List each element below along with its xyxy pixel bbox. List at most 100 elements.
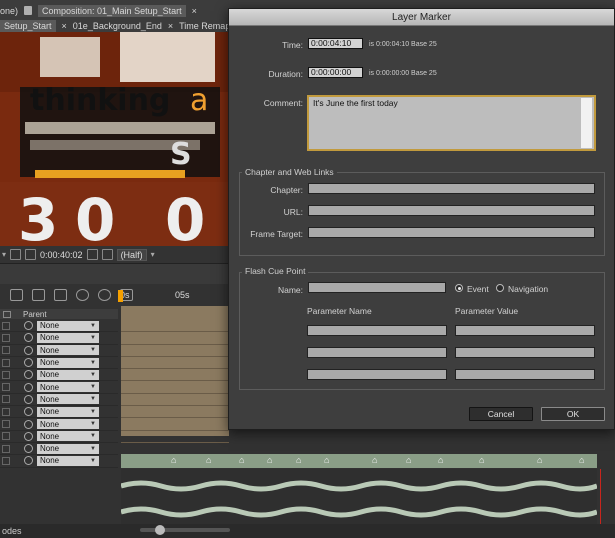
parameter-value-field[interactable] [455,369,595,380]
chevron-down-icon[interactable]: ▾ [151,250,155,259]
tab-composition-main[interactable]: Composition: 01_Main Setup_Start [38,4,186,17]
marker-icon[interactable]: ⌂ [267,455,272,465]
marker-icon[interactable]: ⌂ [206,455,211,465]
marker-icon[interactable]: ⌂ [372,455,377,465]
parameter-name-field[interactable] [307,325,447,336]
viewer-current-time[interactable]: 0:00:40:02 [40,250,83,260]
parent-column-header[interactable]: Parent [23,310,47,319]
layer-switch-icon[interactable] [2,333,10,342]
layer-row[interactable]: None ▼ [0,381,118,394]
pick-whip-icon[interactable] [24,321,33,331]
toggle-modes-label[interactable]: odes [2,526,22,536]
comment-textarea[interactable]: It's June the first today [307,95,596,151]
pick-whip-icon[interactable] [24,345,33,355]
layer-row[interactable]: None ▼ [0,443,118,456]
draft-3d-icon[interactable] [32,289,45,301]
time-field[interactable]: 0:00:04:10 [308,38,363,49]
close-icon[interactable]: × [192,6,197,16]
time-zoom-slider[interactable] [140,528,230,532]
pick-whip-icon[interactable] [24,419,33,429]
marker-icon[interactable]: ⌂ [438,455,443,465]
layer-switch-icon[interactable] [2,407,10,416]
transparency-grid-icon[interactable] [25,249,37,260]
layer-row[interactable]: None ▼ [0,431,118,443]
time-ruler[interactable]: 0s 05s [118,288,228,302]
layer-switch-icon[interactable] [2,358,10,367]
current-time-indicator[interactable] [600,469,601,529]
layer-row[interactable]: None ▼ [0,369,118,382]
pick-whip-icon[interactable] [24,444,33,454]
marker-icon[interactable]: ⌂ [171,455,176,465]
navigation-radio-label[interactable]: Navigation [508,284,548,294]
cue-name-field[interactable] [308,282,446,293]
marker-icon[interactable]: ⌂ [479,455,484,465]
pick-whip-icon[interactable] [24,407,33,417]
layer-switch-icon[interactable] [2,370,10,379]
event-radio[interactable] [455,284,463,292]
layer-row[interactable]: None ▼ [0,320,118,333]
comp-flowchart-icon[interactable] [10,289,23,301]
time-zoom-handle[interactable] [155,525,165,535]
playhead[interactable] [118,290,123,302]
tab-time-remap[interactable]: Time Remapp [179,21,235,31]
pick-whip-icon[interactable] [24,370,33,380]
layer-switch-icon[interactable] [2,321,10,330]
url-field[interactable] [308,205,595,216]
comment-scrollbar[interactable] [581,98,592,148]
marker-icon[interactable]: ⌂ [406,455,411,465]
event-radio-label[interactable]: Event [467,284,489,294]
lock-icon[interactable] [24,6,33,15]
parent-select[interactable]: None ▼ [37,357,99,368]
camera-icon[interactable] [86,249,98,260]
resolution-select[interactable]: (Half) [116,248,147,261]
motion-blur-icon[interactable] [76,289,89,301]
tab-previous[interactable]: one) [0,6,18,16]
region-icon[interactable] [10,249,22,260]
marker-icon[interactable]: ⌂ [296,455,301,465]
pick-whip-icon[interactable] [24,333,33,343]
parent-select[interactable]: None ▼ [37,406,99,417]
brainstorm-icon[interactable] [98,289,111,301]
layer-row[interactable]: None ▼ [0,455,118,468]
pick-whip-icon[interactable] [24,431,33,441]
close-icon[interactable]: × [62,21,67,31]
layer-row[interactable]: None ▼ [0,394,118,407]
parent-select[interactable]: None ▼ [37,345,99,356]
layer-row[interactable]: None ▼ [0,406,118,419]
tab-setup-start[interactable]: Setup_Start [0,19,56,32]
marker-icon[interactable]: ⌂ [537,455,542,465]
parameter-name-field[interactable] [307,369,447,380]
chevron-down-icon[interactable]: ▾ [2,250,6,259]
duration-field[interactable]: 0:00:00:00 [308,67,363,78]
shy-layers-icon[interactable] [54,289,67,301]
pick-whip-icon[interactable] [24,456,33,466]
ok-button[interactable]: OK [541,407,605,421]
pick-whip-icon[interactable] [24,382,33,392]
parent-select[interactable]: None ▼ [37,394,99,405]
parent-select[interactable]: None ▼ [37,320,99,331]
parent-select[interactable]: None ▼ [37,369,99,380]
layer-switch-icon[interactable] [2,432,10,441]
parent-select[interactable]: None ▼ [37,332,99,343]
marker-icon[interactable]: ⌂ [239,455,244,465]
layer-switch-icon[interactable] [2,395,10,404]
cancel-button[interactable]: Cancel [469,407,533,421]
layer-switch-icon[interactable] [2,420,10,429]
parent-select[interactable]: None ▼ [37,455,99,466]
color-channel-icon[interactable] [101,249,113,260]
layer-row[interactable]: None ▼ [0,357,118,370]
composition-viewer[interactable]: thinking a S 3 0 0 [0,32,228,246]
layer-row[interactable]: None ▼ [0,345,118,357]
parameter-name-field[interactable] [307,347,447,358]
close-icon[interactable]: × [168,21,173,31]
layer-row[interactable]: None ▼ [0,418,118,431]
parameter-value-field[interactable] [455,347,595,358]
frame-target-field[interactable] [308,227,595,238]
pick-whip-icon[interactable] [24,358,33,368]
parent-select[interactable]: None ▼ [37,443,99,454]
layer-switch-icon[interactable] [2,456,10,465]
marker-icon[interactable]: ⌂ [579,455,584,465]
tab-background-end[interactable]: 01e_Background_End [73,21,162,31]
parameter-value-field[interactable] [455,325,595,336]
parent-select[interactable]: None ▼ [37,431,99,442]
